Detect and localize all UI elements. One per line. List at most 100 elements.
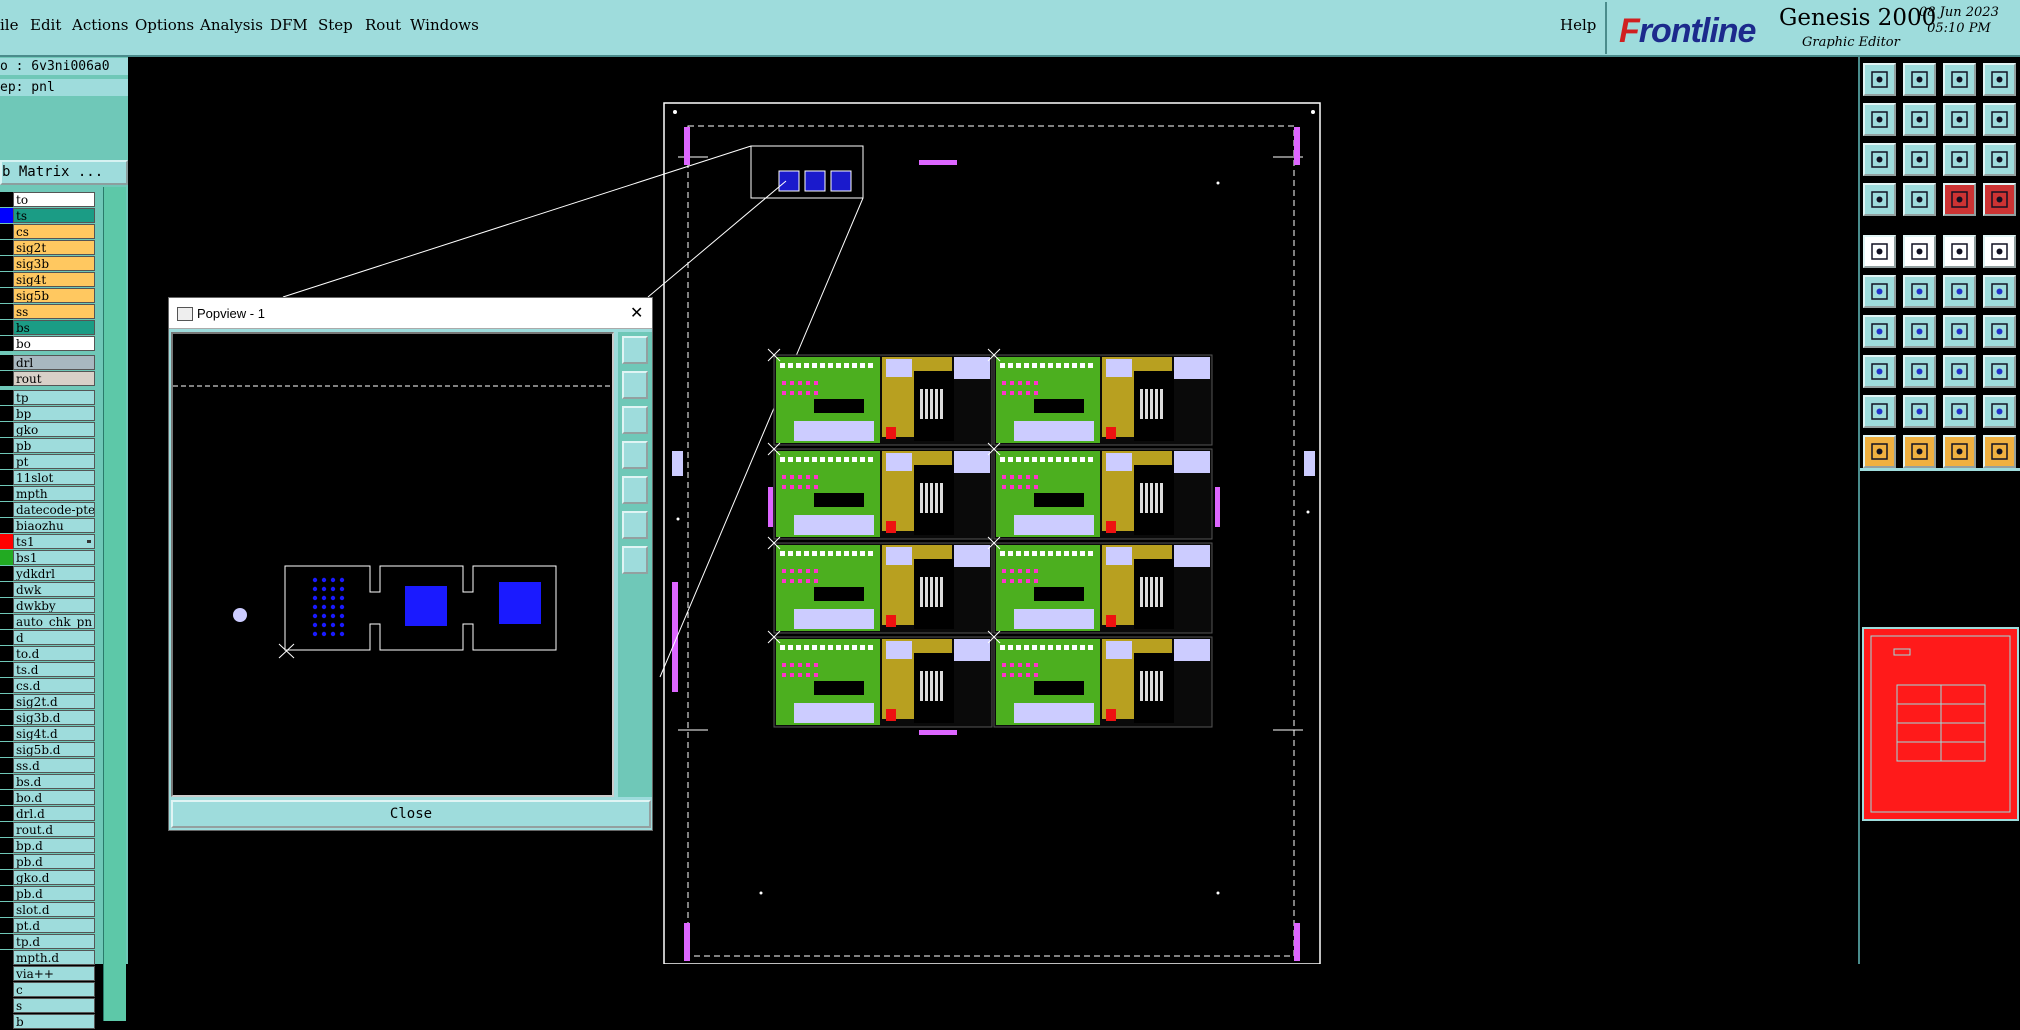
layer-row[interactable]: sig4t.d — [0, 726, 100, 741]
zoom-home-icon[interactable] — [1863, 63, 1896, 96]
zoom-fit-icon[interactable] — [1903, 63, 1936, 96]
menu-windows[interactable]: Windows — [410, 16, 479, 34]
layer-row[interactable]: pb — [0, 438, 100, 453]
zoom-fit-icon[interactable] — [622, 511, 648, 539]
layer-scrollbar[interactable] — [103, 187, 126, 1021]
add-surface-icon[interactable] — [1943, 235, 1976, 268]
layer-row[interactable]: via++ — [0, 966, 100, 981]
layer-row[interactable]: pb.d — [0, 854, 100, 869]
redraw-icon[interactable] — [1983, 103, 2016, 136]
select-net-icon[interactable] — [1863, 275, 1896, 308]
pan-center-icon[interactable] — [1903, 143, 1936, 176]
layer-row[interactable]: rout.d — [0, 822, 100, 837]
rotate-icon[interactable] — [1943, 315, 1976, 348]
layer-row[interactable]: dwk — [0, 582, 100, 597]
layer-row[interactable]: cs — [0, 224, 100, 239]
layer-row[interactable]: sig5b — [0, 288, 100, 303]
slash-icon[interactable] — [1903, 315, 1936, 348]
layer-row[interactable]: ts1 — [0, 534, 100, 549]
menu-rout[interactable]: Rout — [365, 16, 401, 34]
popview-close-button[interactable]: Close — [171, 800, 651, 828]
layer-row[interactable]: to.d — [0, 646, 100, 661]
layer-row[interactable]: bs.d — [0, 774, 100, 789]
menu-options[interactable]: Options — [135, 16, 194, 34]
layer-row[interactable]: biaozhu — [0, 518, 100, 533]
layer-row[interactable]: sig4t — [0, 272, 100, 287]
menu-edit[interactable]: Edit — [30, 16, 61, 34]
layer-row[interactable]: rout — [0, 371, 100, 386]
zoom-up-icon[interactable] — [622, 371, 648, 399]
layer-row[interactable]: c — [0, 982, 100, 997]
center-icon[interactable] — [1943, 355, 1976, 388]
layer-row[interactable]: sig5b.d — [0, 742, 100, 757]
pointer-icon[interactable] — [1863, 435, 1896, 468]
layer-row[interactable]: auto_chk_pn — [0, 614, 100, 629]
layer-row[interactable]: sig3b.d — [0, 710, 100, 725]
layer-row[interactable]: bo — [0, 336, 100, 351]
layer-row[interactable]: bs — [0, 320, 100, 335]
layer-row[interactable]: drl.d — [0, 806, 100, 821]
zoom-down-icon[interactable] — [622, 406, 648, 434]
snap-icon[interactable] — [1983, 395, 2016, 428]
menu-help[interactable]: Help — [1560, 16, 1596, 34]
split-view-icon[interactable] — [1983, 63, 2016, 96]
net-icon[interactable] — [1983, 183, 2016, 216]
popview-canvas[interactable] — [171, 332, 614, 797]
menu-dfm[interactable]: DFM — [270, 16, 308, 34]
layer-row[interactable]: ts.d — [0, 662, 100, 677]
layer-row[interactable]: slot.d — [0, 902, 100, 917]
layer-row[interactable]: tp.d — [0, 934, 100, 949]
layer-row[interactable]: 11slot — [0, 470, 100, 485]
triangle-icon[interactable] — [1863, 395, 1896, 428]
layer-row[interactable]: datecode-pte — [0, 502, 100, 517]
layer-row[interactable]: ts — [0, 208, 100, 223]
move-point-icon[interactable] — [1943, 275, 1976, 308]
add-pad-icon[interactable] — [1863, 235, 1896, 268]
route-icon[interactable] — [1983, 435, 2016, 468]
add-circle-icon[interactable] — [1983, 235, 2016, 268]
layer-row[interactable]: bp.d — [0, 838, 100, 853]
pointer-frame-icon[interactable] — [1903, 435, 1936, 468]
layer-row[interactable]: ss.d — [0, 758, 100, 773]
menu-analysis[interactable]: Analysis — [200, 16, 263, 34]
matrix-button[interactable]: b Matrix ... — [0, 160, 128, 185]
segment-icon[interactable] — [1903, 355, 1936, 388]
popview-titlebar[interactable]: Popview - 1 ✕ — [169, 298, 652, 329]
overview-minimap[interactable] — [1862, 627, 2019, 821]
add-line-icon[interactable] — [1903, 235, 1936, 268]
layer-row[interactable]: pb.d — [0, 886, 100, 901]
connect-icon[interactable] — [1983, 275, 2016, 308]
layer-row[interactable]: mpth — [0, 486, 100, 501]
layer-row[interactable]: cs.d — [0, 678, 100, 693]
layer-row[interactable]: d — [0, 630, 100, 645]
layer-row[interactable]: bo.d — [0, 790, 100, 805]
angle-icon[interactable] — [1863, 315, 1896, 348]
menu-actions[interactable]: Actions — [72, 16, 128, 34]
cut-icon[interactable] — [1903, 275, 1936, 308]
layer-row[interactable]: to — [0, 192, 100, 207]
grid-icon[interactable] — [1903, 183, 1936, 216]
layer-row[interactable]: pt — [0, 454, 100, 469]
measure-icon[interactable] — [1863, 183, 1896, 216]
pan-left-icon[interactable] — [1863, 103, 1896, 136]
layer-row[interactable]: bp — [0, 406, 100, 421]
layer-row[interactable]: bs1 — [0, 550, 100, 565]
copy-icon[interactable] — [1983, 355, 2016, 388]
layer-row[interactable]: gko — [0, 422, 100, 437]
layer-row[interactable]: sig3b — [0, 256, 100, 271]
layer-row[interactable]: s — [0, 998, 100, 1013]
layer-row[interactable]: drl — [0, 355, 100, 370]
zoom-window-icon[interactable] — [1863, 143, 1896, 176]
home-icon[interactable] — [1943, 63, 1976, 96]
pad-select-icon[interactable] — [1863, 355, 1896, 388]
flip-icon[interactable] — [1983, 315, 2016, 348]
help-icon[interactable] — [1983, 143, 2016, 176]
pan-right-icon[interactable] — [1903, 103, 1936, 136]
layer-row[interactable]: mpth.d — [0, 950, 100, 965]
menu-step[interactable]: Step — [318, 16, 353, 34]
layer-row[interactable]: pt.d — [0, 918, 100, 933]
layer-row[interactable]: b — [0, 1014, 100, 1029]
layer-row[interactable]: ss — [0, 304, 100, 319]
arrow-b-icon[interactable] — [1943, 395, 1976, 428]
pan-right-icon[interactable] — [622, 476, 648, 504]
